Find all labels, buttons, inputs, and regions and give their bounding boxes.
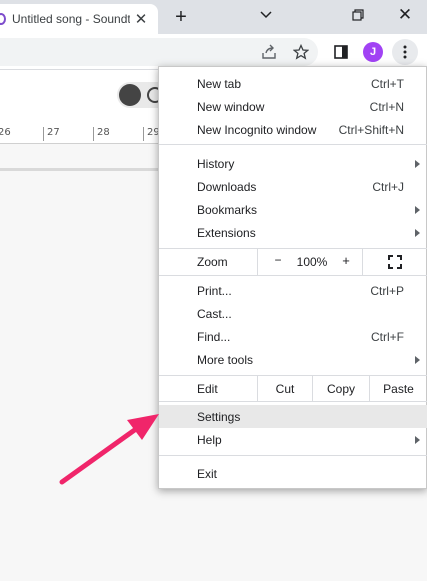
menu-item-label: Downloads <box>197 179 257 194</box>
edit-label: Edit <box>197 382 218 396</box>
chrome-app-menu: New tab Ctrl+T New window Ctrl+N New Inc… <box>158 66 427 489</box>
browser-toolbar: J <box>0 34 427 70</box>
menu-item-help[interactable]: Help <box>159 428 427 451</box>
ruler-tick: 26 <box>0 127 11 141</box>
paste-button[interactable]: Paste <box>369 376 427 401</box>
menu-item-label: Extensions <box>197 225 256 240</box>
fullscreen-icon[interactable] <box>387 254 403 270</box>
menu-item-downloads[interactable]: Downloads Ctrl+J <box>159 175 427 198</box>
menu-item-label: Help <box>197 432 222 447</box>
zoom-out-button[interactable]: − <box>270 253 286 269</box>
ruler-tick: 28 <box>93 127 110 141</box>
menu-item-shortcut: Ctrl+Shift+N <box>338 122 404 137</box>
bookmark-star-icon[interactable] <box>291 42 311 62</box>
zoom-in-button[interactable]: + <box>338 253 354 269</box>
zoom-level: 100% <box>296 255 328 269</box>
menu-item-extensions[interactable]: Extensions <box>159 221 427 244</box>
restore-icon <box>352 9 364 21</box>
chrome-menu-button[interactable] <box>392 39 418 65</box>
menu-item-new-incognito-window[interactable]: New Incognito window Ctrl+Shift+N <box>159 118 427 141</box>
menu-item-more-tools[interactable]: More tools <box>159 348 427 371</box>
new-tab-button[interactable]: + <box>170 6 192 28</box>
submenu-arrow-icon <box>415 159 420 168</box>
kebab-menu-icon <box>403 45 407 59</box>
menu-item-label: History <box>197 156 235 171</box>
menu-separator <box>159 275 427 276</box>
menu-item-label: Settings <box>197 409 241 424</box>
menu-item-new-window[interactable]: New window Ctrl+N <box>159 95 427 118</box>
menu-edit-row: Edit Cut Copy Paste <box>159 376 427 401</box>
profile-avatar[interactable]: J <box>363 42 383 62</box>
submenu-arrow-icon <box>415 205 420 214</box>
menu-item-label: Exit <box>197 466 218 481</box>
menu-item-label: Bookmarks <box>197 202 258 217</box>
menu-item-label: More tools <box>197 352 254 367</box>
menu-item-label: Print... <box>197 283 232 298</box>
share-icon[interactable] <box>259 42 279 62</box>
restore-window-button[interactable] <box>345 4 371 26</box>
copy-button[interactable]: Copy <box>312 376 369 401</box>
menu-item-label: Find... <box>197 329 231 344</box>
ruler-tick: 27 <box>43 127 60 141</box>
menu-item-label: Cast... <box>197 306 232 321</box>
menu-item-shortcut: Ctrl+J <box>372 179 404 194</box>
side-panel-icon[interactable] <box>331 42 351 62</box>
close-window-button[interactable]: ✕ <box>392 4 418 26</box>
submenu-arrow-icon <box>415 355 420 364</box>
title-bar: Untitled song - Soundtrap ✕ + ✕ <box>0 0 427 34</box>
sun-icon <box>119 84 141 106</box>
menu-item-bookmarks[interactable]: Bookmarks <box>159 198 427 221</box>
menu-separator <box>159 144 427 145</box>
tab-close-icon[interactable]: ✕ <box>132 10 150 28</box>
menu-item-new-tab[interactable]: New tab Ctrl+T <box>159 72 427 95</box>
tab-title: Untitled song - Soundtrap <box>12 12 130 26</box>
menu-item-shortcut: Ctrl+F <box>371 329 404 344</box>
menu-item-shortcut: Ctrl+P <box>370 283 404 298</box>
zoom-label: Zoom <box>197 255 228 269</box>
chevron-down-icon <box>260 11 272 19</box>
menu-item-cast[interactable]: Cast... <box>159 302 427 325</box>
soundtrap-favicon-icon <box>0 13 6 25</box>
menu-item-print[interactable]: Print... Ctrl+P <box>159 279 427 302</box>
browser-tab[interactable]: Untitled song - Soundtrap ✕ <box>0 4 158 34</box>
menu-item-shortcut: Ctrl+N <box>369 99 404 114</box>
menu-separator <box>159 455 427 456</box>
cut-button[interactable]: Cut <box>257 376 312 401</box>
menu-item-history[interactable]: History <box>159 152 427 175</box>
menu-item-label: New Incognito window <box>197 122 317 137</box>
menu-separator <box>159 401 427 402</box>
menu-item-settings[interactable]: Settings <box>159 405 427 428</box>
zoom-controls: − 100% + <box>257 249 363 275</box>
submenu-arrow-icon <box>415 435 420 444</box>
menu-item-label: New tab <box>197 76 242 91</box>
menu-item-exit[interactable]: Exit <box>159 462 427 485</box>
menu-zoom-row: Zoom − 100% + <box>159 249 427 275</box>
menu-item-label: New window <box>197 99 265 114</box>
menu-item-find[interactable]: Find... Ctrl+F <box>159 325 427 348</box>
submenu-arrow-icon <box>415 228 420 237</box>
tab-search-button[interactable] <box>253 4 279 26</box>
menu-item-shortcut: Ctrl+T <box>371 76 404 91</box>
